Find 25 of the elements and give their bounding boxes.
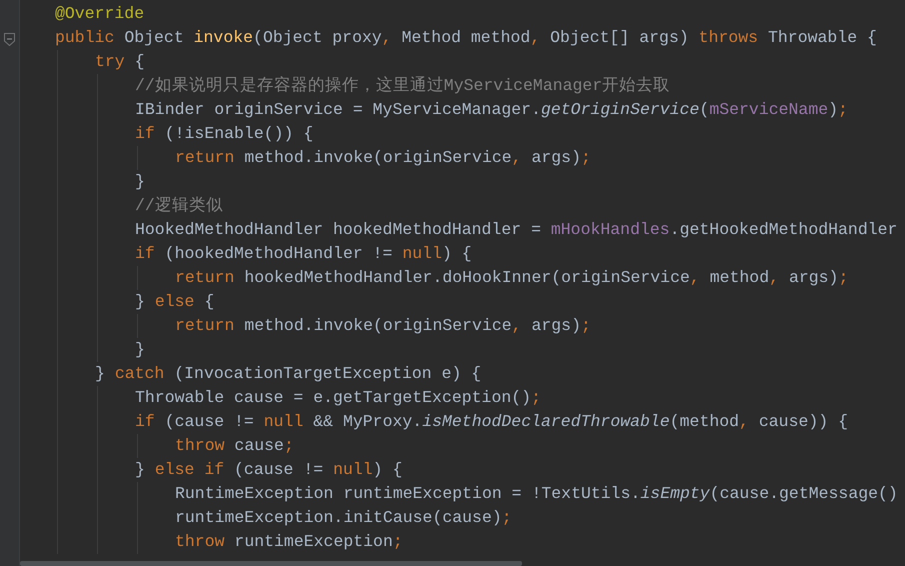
code-line: //逻辑类似 bbox=[135, 195, 224, 217]
code-line: try { bbox=[95, 51, 146, 73]
code-line: RuntimeException runtimeException = !TextUtils.isEmpty(cause.getMessage() bbox=[175, 483, 899, 505]
fold-marker-icon[interactable] bbox=[4, 33, 15, 46]
code-line: return hookedMethodHandler.doHookInner(originService, method, args); bbox=[175, 267, 850, 289]
code-line: } catch (InvocationTargetException e) { bbox=[95, 363, 482, 385]
code-line: IBinder originService = MyServiceManager.getOriginService(mServiceName); bbox=[135, 99, 849, 121]
code-line: if (hookedMethodHandler != null) { bbox=[135, 243, 473, 265]
code-line: HookedMethodHandler hookedMethodHandler = mHookHandles.getHookedMethodHandler bbox=[135, 219, 898, 241]
code-line: } bbox=[135, 171, 146, 193]
code-line: //如果说明只是存容器的操作，这里通过MyServiceManager开始去取 bbox=[135, 75, 672, 97]
code-line: if (cause != null && MyProxy.isMethodDeclaredThrowable(method, cause)) { bbox=[135, 411, 849, 433]
code-line: return method.invoke(originService, args); bbox=[175, 315, 592, 337]
code-line: } else { bbox=[135, 291, 216, 313]
code-line: @Override bbox=[55, 3, 146, 25]
code-line: return method.invoke(originService, args); bbox=[175, 147, 592, 169]
code-line: public Object invoke(Object proxy, Method method, Object[] args) throws Throwable { bbox=[55, 27, 878, 49]
code-line: throw cause; bbox=[175, 435, 295, 457]
code-line: } else if (cause != null) { bbox=[135, 459, 404, 481]
code-line: if (!isEnable()) { bbox=[135, 123, 314, 145]
code-line: } bbox=[135, 339, 146, 361]
code-line: throw runtimeException; bbox=[175, 531, 404, 553]
code-line: runtimeException.initCause(cause); bbox=[175, 507, 513, 529]
code-line: Throwable cause = e.getTargetException(); bbox=[135, 387, 542, 409]
horizontal-scrollbar[interactable] bbox=[20, 561, 522, 566]
